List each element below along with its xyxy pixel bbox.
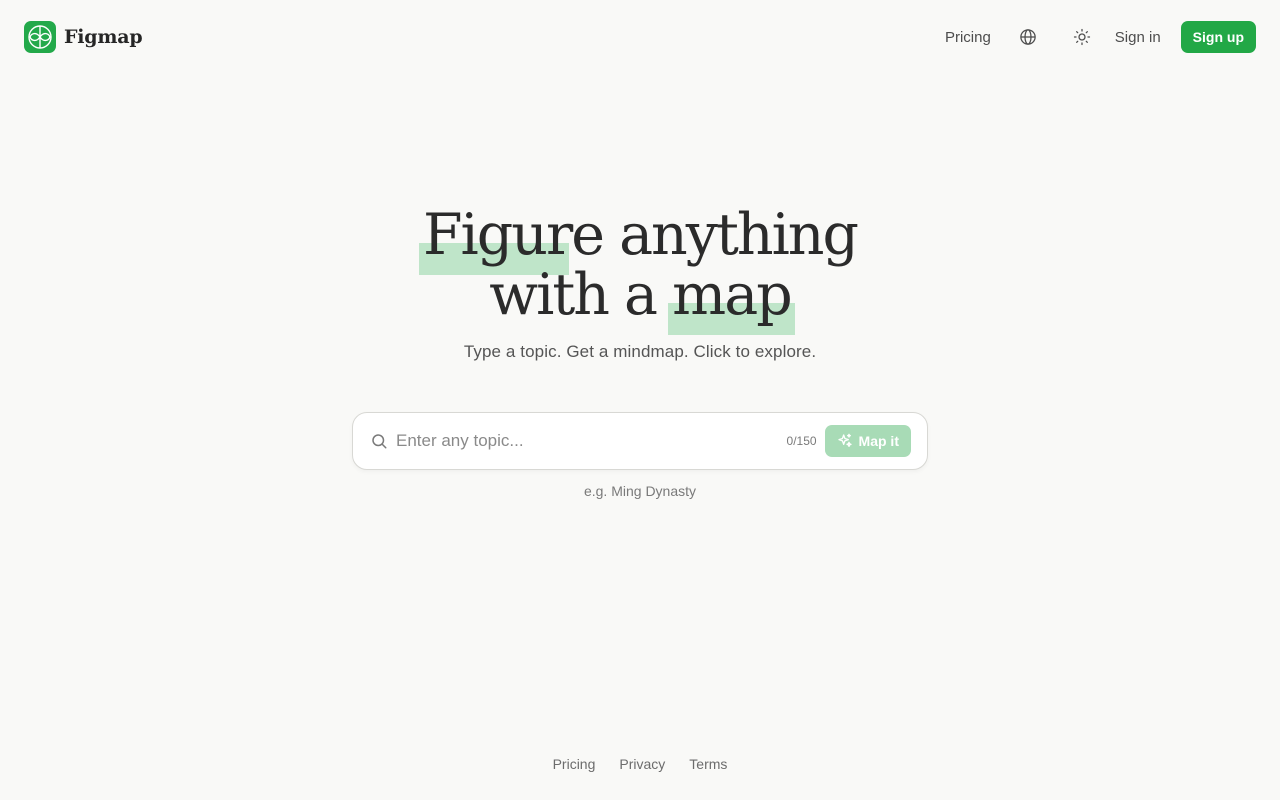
sparkles-icon	[837, 433, 852, 447]
language-button[interactable]	[1010, 19, 1046, 55]
map-it-button[interactable]: Map it	[824, 425, 911, 457]
sign-up-button[interactable]: Sign up	[1180, 21, 1256, 53]
hero: Figure anything with a map Type a topic.…	[0, 205, 1280, 362]
brand-name: Figmap	[64, 26, 143, 48]
sign-in-link[interactable]: Sign in	[1115, 29, 1161, 46]
theme-toggle-button[interactable]	[1064, 19, 1100, 55]
example-topic-hint[interactable]: e.g. Ming Dynasty	[0, 483, 1280, 499]
headline-line-2: with a map	[0, 262, 1280, 335]
headline-anything: anything	[619, 202, 859, 268]
footer-terms-link[interactable]: Terms	[689, 756, 727, 772]
search-icon	[372, 434, 387, 449]
headline-line-1: Figure anything	[0, 202, 1280, 275]
top-header: Figmap Pricing Sign in Sign up	[0, 0, 1280, 74]
page-title: Figure anything with a map	[0, 202, 1280, 335]
footer-privacy-link[interactable]: Privacy	[619, 756, 665, 772]
headline-with-a: with a	[489, 262, 658, 328]
footer: Pricing Privacy Terms	[0, 756, 1280, 772]
brand[interactable]: Figmap	[24, 21, 143, 53]
headline-highlight-figure: Figure	[418, 202, 605, 275]
footer-pricing-link[interactable]: Pricing	[553, 756, 596, 772]
figmap-logo-icon	[24, 21, 56, 53]
topic-search-box: 0/150 Map it	[352, 412, 928, 470]
top-nav: Pricing Sign in Sign up	[945, 19, 1256, 55]
nav-pricing-link[interactable]: Pricing	[945, 29, 991, 46]
character-counter: 0/150	[786, 434, 817, 448]
map-it-label: Map it	[858, 433, 899, 449]
sun-icon	[1073, 28, 1090, 46]
globe-icon	[1020, 29, 1036, 45]
topic-search-input[interactable]	[396, 431, 787, 451]
hero-subtitle: Type a topic. Get a mindmap. Click to ex…	[463, 342, 817, 361]
headline-highlight-map: map	[668, 262, 795, 335]
